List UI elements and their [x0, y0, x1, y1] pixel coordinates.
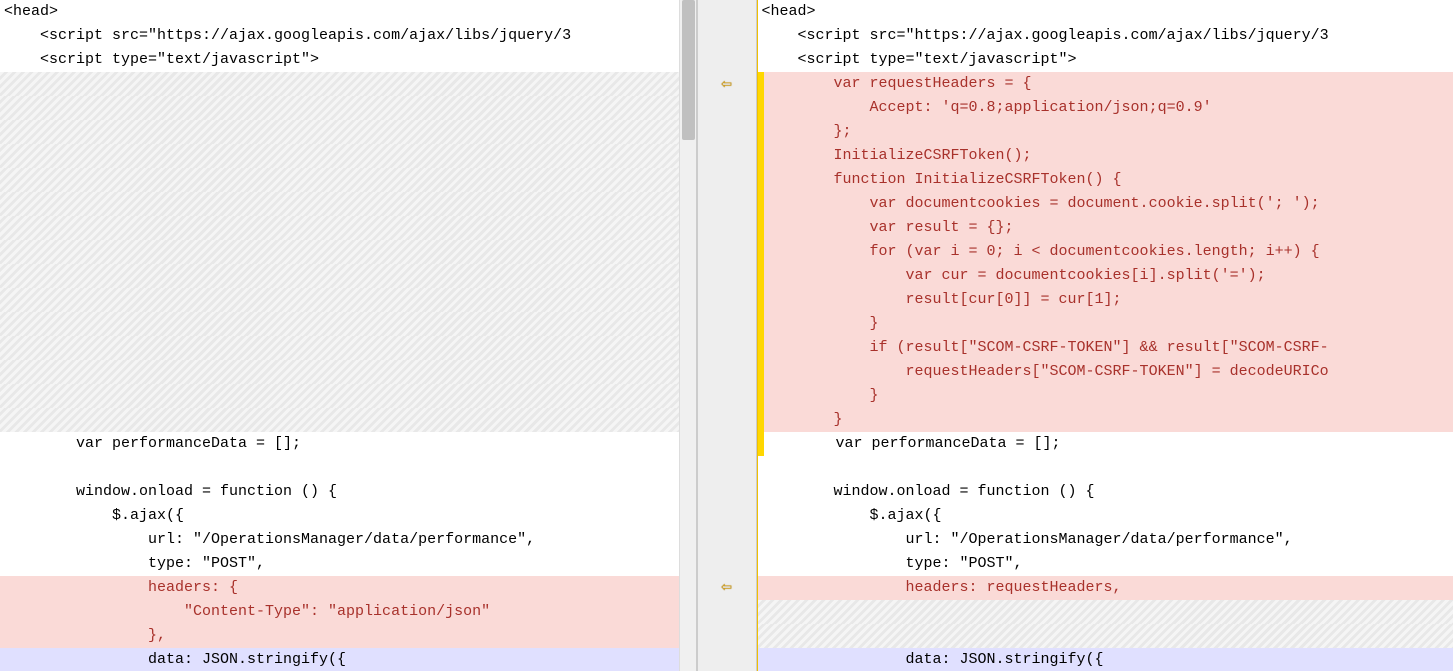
- gutter-cell: [698, 264, 756, 288]
- diff-gutter: ⇦⇦: [697, 0, 757, 671]
- right-pane[interactable]: <head> <script src="https://ajax.googlea…: [757, 0, 1453, 671]
- right-line[interactable]: for (var i = 0; i < documentcookies.leng…: [758, 240, 1453, 264]
- gutter-cell: [698, 455, 756, 479]
- right-line[interactable]: function InitializeCSRFToken() {: [758, 168, 1453, 192]
- merge-left-icon[interactable]: ⇦: [721, 576, 732, 598]
- gutter-cell: [698, 0, 756, 24]
- left-line[interactable]: url: "/OperationsManager/data/performanc…: [0, 528, 696, 552]
- left-line[interactable]: "Content-Type": "application/json": [0, 600, 696, 624]
- gutter-cell: [698, 647, 756, 671]
- gutter-cell: [698, 216, 756, 240]
- gutter-cell: [698, 144, 756, 168]
- left-line[interactable]: [0, 312, 696, 336]
- gutter-cell: [698, 360, 756, 384]
- right-line[interactable]: InitializeCSRFToken();: [758, 144, 1453, 168]
- right-line[interactable]: [758, 456, 1453, 480]
- left-line[interactable]: [0, 384, 696, 408]
- left-line[interactable]: data: JSON.stringify({: [0, 648, 696, 671]
- right-line[interactable]: type: "POST",: [758, 552, 1453, 576]
- merge-left-icon[interactable]: ⇦: [721, 73, 732, 95]
- left-scrollbar-thumb[interactable]: [682, 0, 695, 140]
- gutter-cell: [698, 623, 756, 647]
- right-code-area[interactable]: <head> <script src="https://ajax.googlea…: [758, 0, 1453, 671]
- right-line[interactable]: window.onload = function () {: [758, 480, 1453, 504]
- left-line[interactable]: var performanceData = [];: [0, 432, 696, 456]
- left-pane[interactable]: <head> <script src="https://ajax.googlea…: [0, 0, 697, 671]
- right-line[interactable]: };: [758, 120, 1453, 144]
- gutter-cell: [698, 288, 756, 312]
- left-line[interactable]: $.ajax({: [0, 504, 696, 528]
- gutter-cell: [698, 479, 756, 503]
- left-line[interactable]: [0, 72, 696, 96]
- right-line[interactable]: <script src="https://ajax.googleapis.com…: [758, 24, 1453, 48]
- right-line[interactable]: [758, 624, 1453, 648]
- right-line[interactable]: var result = {};: [758, 216, 1453, 240]
- right-line[interactable]: headers: requestHeaders,: [758, 576, 1453, 600]
- right-line[interactable]: requestHeaders["SCOM-CSRF-TOKEN"] = deco…: [758, 360, 1453, 384]
- gutter-cell: [698, 527, 756, 551]
- left-line[interactable]: type: "POST",: [0, 552, 696, 576]
- right-line[interactable]: $.ajax({: [758, 504, 1453, 528]
- right-line[interactable]: }: [758, 312, 1453, 336]
- left-line[interactable]: [0, 360, 696, 384]
- left-line[interactable]: [0, 288, 696, 312]
- gutter-cell: [698, 48, 756, 72]
- gutter-cell: [698, 407, 756, 431]
- left-line[interactable]: [0, 240, 696, 264]
- left-code-area[interactable]: <head> <script src="https://ajax.googlea…: [0, 0, 696, 671]
- right-line[interactable]: var documentcookies = document.cookie.sp…: [758, 192, 1453, 216]
- left-line[interactable]: [0, 168, 696, 192]
- gutter-cell: [698, 120, 756, 144]
- gutter-cell: [698, 312, 756, 336]
- left-line[interactable]: <script type="text/javascript">: [0, 48, 696, 72]
- left-line[interactable]: window.onload = function () {: [0, 480, 696, 504]
- change-marker: [758, 72, 764, 456]
- right-line[interactable]: if (result["SCOM-CSRF-TOKEN"] && result[…: [758, 336, 1453, 360]
- left-line[interactable]: [0, 408, 696, 432]
- gutter-cell: [698, 192, 756, 216]
- left-line[interactable]: [0, 336, 696, 360]
- gutter-cell: [698, 599, 756, 623]
- gutter-cell: ⇦: [698, 575, 756, 599]
- right-line[interactable]: }: [758, 384, 1453, 408]
- gutter-cell: [698, 24, 756, 48]
- right-line[interactable]: result[cur[0]] = cur[1];: [758, 288, 1453, 312]
- gutter-cell: [698, 431, 756, 455]
- gutter-cell: [698, 503, 756, 527]
- gutter-cell: ⇦: [698, 72, 756, 96]
- left-line[interactable]: [0, 192, 696, 216]
- left-line[interactable]: },: [0, 624, 696, 648]
- left-line[interactable]: headers: {: [0, 576, 696, 600]
- gutter-cell: [698, 168, 756, 192]
- left-line[interactable]: [0, 120, 696, 144]
- gutter-cell: [698, 336, 756, 360]
- gutter-cell: [698, 384, 756, 408]
- gutter-cell: [698, 551, 756, 575]
- right-line[interactable]: var cur = documentcookies[i].split('=');: [758, 264, 1453, 288]
- right-line[interactable]: [758, 600, 1453, 624]
- left-line[interactable]: <head>: [0, 0, 696, 24]
- right-line[interactable]: var performanceData = [];: [758, 432, 1453, 456]
- right-line[interactable]: data: JSON.stringify({: [758, 648, 1453, 671]
- left-line[interactable]: [0, 456, 696, 480]
- right-line[interactable]: Accept: 'q=0.8;application/json;q=0.9': [758, 96, 1453, 120]
- gutter-cell: [698, 96, 756, 120]
- left-line[interactable]: [0, 264, 696, 288]
- gutter-cell: [698, 240, 756, 264]
- left-line[interactable]: [0, 216, 696, 240]
- diff-viewer: <head> <script src="https://ajax.googlea…: [0, 0, 1453, 671]
- left-line[interactable]: [0, 96, 696, 120]
- right-line[interactable]: url: "/OperationsManager/data/performanc…: [758, 528, 1453, 552]
- left-scrollbar[interactable]: [679, 0, 696, 671]
- right-line[interactable]: }: [758, 408, 1453, 432]
- left-line[interactable]: <script src="https://ajax.googleapis.com…: [0, 24, 696, 48]
- right-line[interactable]: var requestHeaders = {: [758, 72, 1453, 96]
- right-line[interactable]: <head>: [758, 0, 1453, 24]
- right-line[interactable]: <script type="text/javascript">: [758, 48, 1453, 72]
- left-line[interactable]: [0, 144, 696, 168]
